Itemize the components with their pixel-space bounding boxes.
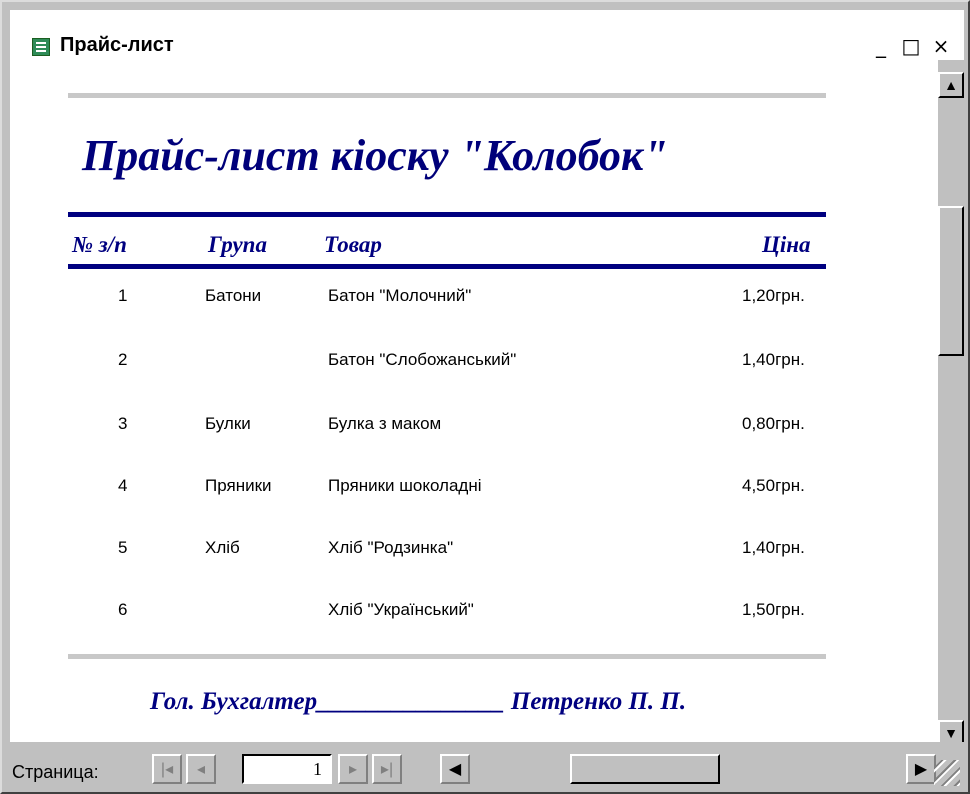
maximize-button[interactable]: □ xyxy=(898,34,924,60)
col-header-price: Ціна xyxy=(762,232,811,257)
col-header-group: Група xyxy=(208,232,267,257)
report-icon xyxy=(32,38,50,56)
row-4-num: 4 xyxy=(118,476,128,495)
row-6-num: 6 xyxy=(118,600,128,619)
first-page-button[interactable]: |◂ xyxy=(152,754,182,784)
row-6-product: Хліб "Український" xyxy=(328,600,474,619)
last-page-button[interactable]: ▸| xyxy=(372,754,402,784)
row-3-num: 3 xyxy=(118,414,128,433)
report-preview: Прайс-лист кіоску "Колобок" № з/п Група … xyxy=(10,60,938,742)
scroll-right-arrow-icon[interactable]: ▶ xyxy=(906,754,936,784)
row-2-product: Батон "Слобожанський" xyxy=(328,350,517,369)
signature-line: Гол. Бухгалтер_______________ Петренко П… xyxy=(150,688,687,715)
next-page-button[interactable]: ▸ xyxy=(338,754,368,784)
close-button[interactable]: × xyxy=(928,34,954,60)
page-number-input[interactable]: 1 xyxy=(242,754,332,784)
prev-page-button[interactable]: ◂ xyxy=(186,754,216,784)
resize-grip-icon[interactable] xyxy=(934,760,960,786)
row-5-group: Хліб xyxy=(205,538,240,557)
header-bottom-rule xyxy=(68,264,826,269)
row-5-num: 5 xyxy=(118,538,128,557)
row-4-price: 4,50грн. xyxy=(742,476,805,495)
minimize-button[interactable]: _ xyxy=(868,34,894,60)
row-1-group: Батони xyxy=(205,286,262,305)
row-2-price: 1,40грн. xyxy=(742,350,805,369)
vertical-scroll-thumb[interactable] xyxy=(938,206,964,356)
top-divider xyxy=(68,93,826,98)
row-1-product: Батон "Молочний" xyxy=(328,286,472,305)
page-label: Страница: xyxy=(12,762,99,782)
row-4-product: Пряники шоколадні xyxy=(328,476,482,495)
row-4-group: Пряники xyxy=(205,476,272,495)
window-title: Прайс-лист xyxy=(60,34,174,56)
scroll-up-arrow-icon[interactable]: ▲ xyxy=(938,72,964,98)
header-top-rule xyxy=(68,212,826,217)
row-1-price: 1,20грн. xyxy=(742,286,805,305)
row-3-price: 0,80грн. xyxy=(742,414,805,433)
report-title: Прайс-лист кіоску "Колобок" xyxy=(82,131,668,180)
row-3-group: Булки xyxy=(205,414,251,433)
vertical-scrollbar[interactable]: ▲ ▼ xyxy=(938,60,968,746)
horizontal-scroll-thumb[interactable] xyxy=(570,754,720,784)
row-5-price: 1,40грн. xyxy=(742,538,805,557)
row-5-product: Хліб "Родзинка" xyxy=(328,538,454,557)
row-6-price: 1,50грн. xyxy=(742,600,805,619)
row-3-product: Булка з маком xyxy=(328,414,442,433)
navigation-bar: Страница: |◂ ◂ 1 ▸ ▸| ◀ ▶ xyxy=(10,742,964,792)
title-bar[interactable]: Прайс-лист _ □ × xyxy=(10,10,964,60)
col-header-num: № з/п xyxy=(72,232,127,257)
col-header-product: Товар xyxy=(324,232,382,257)
row-2-num: 2 xyxy=(118,350,128,369)
report-window: Прайс-лист _ □ × Прайс-лист кіоску "Коло… xyxy=(0,0,970,794)
scroll-left-arrow-icon[interactable]: ◀ xyxy=(440,754,470,784)
row-1-num: 1 xyxy=(118,286,128,305)
bottom-divider xyxy=(68,654,826,659)
